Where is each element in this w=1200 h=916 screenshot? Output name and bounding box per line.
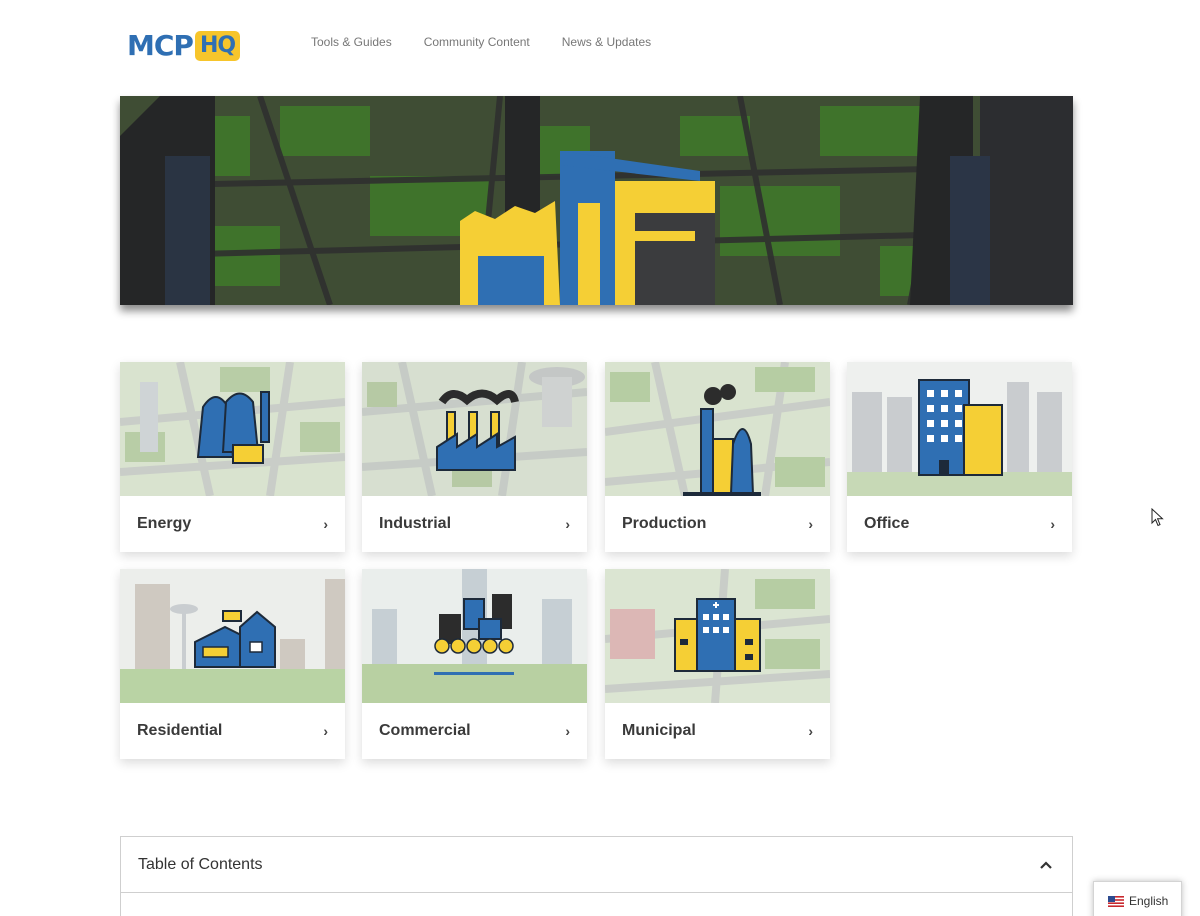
site-logo[interactable]: MCP HQ (127, 29, 241, 62)
site-header: MCP HQ Tools & Guides Community Content … (0, 0, 1200, 90)
nav-tools-guides[interactable]: Tools & Guides (311, 34, 392, 50)
chevron-right-icon: › (323, 723, 328, 739)
logo-badge-hq: HQ (194, 31, 241, 61)
category-image-municipal (605, 569, 830, 703)
nav-news-updates[interactable]: News & Updates (562, 34, 651, 50)
category-card-office[interactable]: Office › (847, 362, 1072, 552)
chevron-right-icon: › (808, 723, 813, 739)
category-card-municipal[interactable]: Municipal › (605, 569, 830, 759)
toc-header[interactable]: Table of Contents (121, 837, 1072, 893)
category-image-residential (120, 569, 345, 703)
category-card-commercial[interactable]: Commercial › (362, 569, 587, 759)
category-label: Commercial (379, 722, 471, 739)
chevron-up-icon[interactable] (1038, 857, 1054, 873)
toc-title: Table of Contents (138, 856, 263, 873)
category-label: Industrial (379, 515, 452, 532)
hero-city-scene (120, 96, 1073, 305)
category-label: Office (864, 515, 910, 532)
category-image-industrial (362, 362, 587, 496)
mouse-cursor-icon (1151, 508, 1164, 527)
category-label: Production (622, 515, 707, 532)
chevron-right-icon: › (808, 516, 813, 532)
category-card-energy[interactable]: Energy › (120, 362, 345, 552)
chevron-right-icon: › (565, 516, 570, 532)
category-image-office (847, 362, 1072, 496)
language-switcher[interactable]: English (1093, 881, 1182, 916)
category-label: Energy (137, 515, 192, 532)
logo-text-hq: HQ (199, 33, 236, 58)
category-image-production (605, 362, 830, 496)
category-image-energy (120, 362, 345, 496)
category-card-industrial[interactable]: Industrial › (362, 362, 587, 552)
table-of-contents: Table of Contents (120, 836, 1073, 916)
nav-community-content[interactable]: Community Content (424, 34, 530, 50)
chevron-right-icon: › (323, 516, 328, 532)
hero-banner (120, 96, 1073, 305)
chevron-right-icon: › (1050, 516, 1055, 532)
category-card-production[interactable]: Production › (605, 362, 830, 552)
us-flag-icon (1108, 896, 1124, 907)
logo-text-mcp: MCP (127, 29, 194, 62)
category-label: Residential (137, 722, 223, 739)
category-label: Municipal (622, 722, 696, 739)
language-label: English (1129, 894, 1169, 908)
main-nav: Tools & Guides Community Content News & … (311, 34, 651, 50)
chevron-right-icon: › (565, 723, 570, 739)
category-card-residential[interactable]: Residential › (120, 569, 345, 759)
category-image-commercial (362, 569, 587, 703)
